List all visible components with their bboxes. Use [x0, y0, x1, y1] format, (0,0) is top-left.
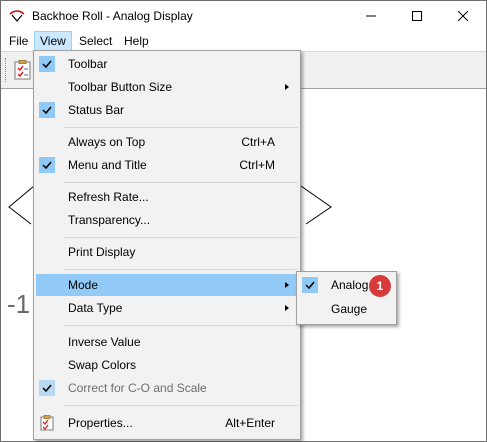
- check-icon: [39, 102, 55, 118]
- menu-separator: [64, 237, 298, 238]
- menu-item-label: Data Type: [68, 301, 123, 315]
- close-icon: [458, 11, 468, 21]
- callout-badge: 1: [369, 275, 391, 297]
- submenu-item-gauge[interactable]: Gauge: [299, 298, 394, 320]
- window-title: Backhoe Roll - Analog Display: [32, 9, 193, 23]
- menu-item-properties[interactable]: Properties... Alt+Enter: [36, 412, 298, 434]
- minimize-button[interactable]: [348, 1, 394, 31]
- menu-item-label: Mode: [68, 278, 99, 292]
- menu-item-label: Inverse Value: [68, 335, 141, 349]
- menu-item-status-bar[interactable]: Status Bar: [36, 99, 298, 121]
- submenu-item-label: Gauge: [331, 302, 368, 316]
- menu-item-correct-co-scale: Correct for C-O and Scale: [36, 377, 298, 399]
- menu-item-label: Transparency...: [68, 213, 151, 227]
- menu-separator: [64, 325, 298, 326]
- menu-item-menu-and-title[interactable]: Menu and Title Ctrl+M: [36, 154, 298, 176]
- close-button[interactable]: [440, 1, 486, 31]
- minimize-icon: [366, 15, 376, 17]
- menu-item-label: Properties...: [68, 416, 133, 430]
- menu-item-toolbar[interactable]: Toolbar: [36, 53, 298, 75]
- check-icon: [39, 380, 55, 396]
- menu-item-inverse-value[interactable]: Inverse Value: [36, 331, 298, 353]
- submenu-item-label: Analog: [331, 278, 369, 292]
- menu-separator: [64, 269, 298, 270]
- menu-item-shortcut: Ctrl+A: [241, 135, 275, 149]
- menu-item-label: Refresh Rate...: [68, 190, 149, 204]
- check-icon: [39, 56, 55, 72]
- menu-item-label: Correct for C-O and Scale: [68, 381, 207, 395]
- menu-item-toolbar-button-size[interactable]: Toolbar Button Size: [36, 76, 298, 98]
- menu-item-data-type[interactable]: Data Type: [36, 297, 298, 319]
- properties-checklist-icon[interactable]: [14, 60, 32, 80]
- maximize-button[interactable]: [394, 1, 440, 31]
- menu-item-print-display[interactable]: Print Display: [36, 241, 298, 263]
- scale-label: -1: [7, 289, 31, 319]
- check-icon: [302, 277, 318, 293]
- menu-view[interactable]: View: [34, 31, 72, 51]
- menu-separator: [64, 182, 298, 183]
- menu-item-label: Print Display: [68, 245, 136, 259]
- toolbar-grip[interactable]: [5, 58, 9, 82]
- submenu-arrow-icon: [285, 305, 289, 311]
- menu-help[interactable]: Help: [119, 31, 154, 51]
- menu-bar: File View Select Help: [1, 31, 486, 51]
- menu-item-refresh-rate[interactable]: Refresh Rate...: [36, 186, 298, 208]
- menu-separator: [64, 127, 298, 128]
- menu-item-always-on-top[interactable]: Always on Top Ctrl+A: [36, 131, 298, 153]
- maximize-icon: [412, 11, 422, 21]
- menu-separator: [64, 405, 298, 406]
- menu-item-label: Status Bar: [68, 103, 125, 117]
- check-icon: [39, 157, 55, 173]
- submenu-arrow-icon: [285, 84, 289, 90]
- menu-item-shortcut: Alt+Enter: [225, 416, 275, 430]
- menu-item-transparency[interactable]: Transparency...: [36, 209, 298, 231]
- menu-item-label: Menu and Title: [68, 158, 147, 172]
- menu-item-label: Toolbar Button Size: [68, 80, 173, 94]
- menu-item-label: Toolbar: [68, 57, 108, 71]
- menu-file[interactable]: File: [4, 31, 33, 51]
- menu-item-mode[interactable]: Mode: [36, 274, 298, 296]
- menu-item-label: Swap Colors: [68, 358, 137, 372]
- properties-icon: [40, 415, 54, 431]
- app-gauge-icon: [9, 10, 25, 22]
- menu-item-shortcut: Ctrl+M: [239, 158, 275, 172]
- menu-select[interactable]: Select: [74, 31, 117, 51]
- view-menu-dropdown: Toolbar Toolbar Button Size Status Bar A…: [33, 50, 301, 440]
- menu-item-label: Always on Top: [68, 135, 146, 149]
- title-bar: Backhoe Roll - Analog Display: [1, 1, 486, 31]
- menu-item-swap-colors[interactable]: Swap Colors: [36, 354, 298, 376]
- submenu-arrow-icon: [285, 282, 289, 288]
